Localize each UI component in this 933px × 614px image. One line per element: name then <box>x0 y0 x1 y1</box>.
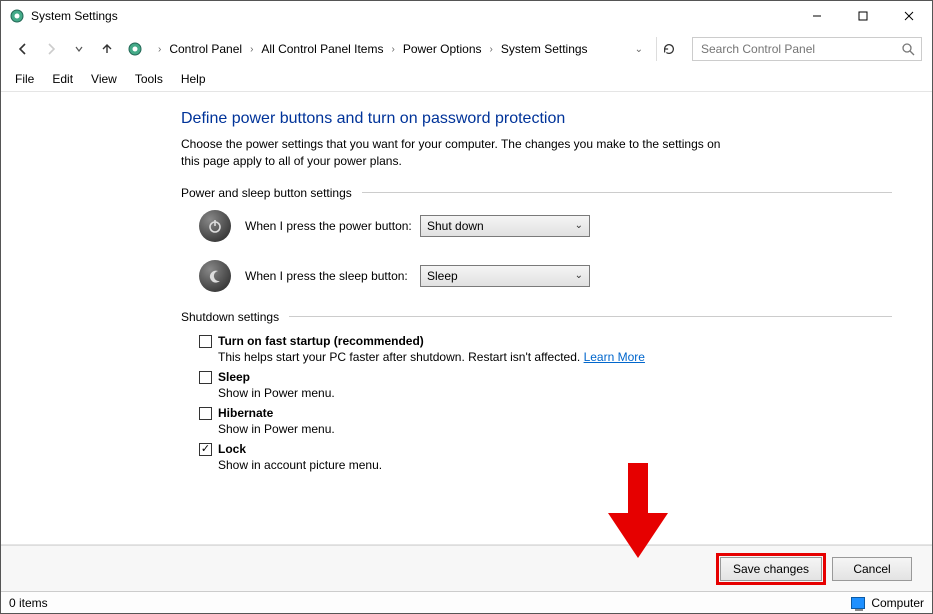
fast-startup-label: Turn on fast startup (recommended) <box>218 334 424 348</box>
chevron-right-icon[interactable]: › <box>389 44 396 55</box>
menu-bar: File Edit View Tools Help <box>1 67 932 91</box>
navigation-bar: › Control Panel › All Control Panel Item… <box>1 31 932 67</box>
chevron-down-icon: ⌄ <box>575 220 583 231</box>
sleep-checkbox[interactable] <box>199 371 212 384</box>
up-button[interactable] <box>95 37 119 61</box>
close-button[interactable] <box>886 1 932 31</box>
status-items: 0 items <box>9 596 48 610</box>
divider <box>362 192 892 193</box>
section-power-sleep: Power and sleep button settings <box>181 186 892 200</box>
breadcrumb-item[interactable]: Control Panel <box>165 40 246 58</box>
section-shutdown: Shutdown settings <box>181 310 892 324</box>
search-box[interactable] <box>692 37 922 61</box>
forward-button[interactable] <box>39 37 63 61</box>
save-changes-button[interactable]: Save changes <box>720 557 822 581</box>
power-icon <box>199 210 231 242</box>
menu-tools[interactable]: Tools <box>127 69 171 89</box>
hibernate-checkbox[interactable] <box>199 407 212 420</box>
chevron-down-icon: ⌄ <box>575 270 583 281</box>
menu-file[interactable]: File <box>7 69 42 89</box>
power-button-select[interactable]: Shut down ⌄ <box>420 215 590 237</box>
lock-desc: Show in account picture menu. <box>218 458 892 472</box>
hibernate-label: Hibernate <box>218 406 273 420</box>
maximize-button[interactable] <box>840 1 886 31</box>
power-button-label: When I press the power button: <box>245 219 420 233</box>
chevron-right-icon[interactable]: › <box>248 44 255 55</box>
window-title: System Settings <box>31 9 118 23</box>
status-bar: 0 items Computer <box>1 591 932 613</box>
section-label: Power and sleep button settings <box>181 186 352 200</box>
sleep-button-row: When I press the sleep button: Sleep ⌄ <box>199 260 892 292</box>
breadcrumb-item[interactable]: Power Options <box>399 40 486 58</box>
location-icon <box>127 41 143 57</box>
lock-checkbox[interactable] <box>199 443 212 456</box>
fast-startup-desc: This helps start your PC faster after sh… <box>218 350 892 364</box>
divider <box>289 316 892 317</box>
search-input[interactable] <box>699 41 901 57</box>
lock-label: Lock <box>218 442 246 456</box>
hibernate-desc: Show in Power menu. <box>218 422 892 436</box>
minimize-button[interactable] <box>794 1 840 31</box>
chevron-right-icon[interactable]: › <box>488 44 495 55</box>
page-description: Choose the power settings that you want … <box>181 136 741 170</box>
sleep-label: Sleep <box>218 370 250 384</box>
page-heading: Define power buttons and turn on passwor… <box>181 110 892 128</box>
status-computer: Computer <box>871 596 924 610</box>
shutdown-settings-list: Turn on fast startup (recommended) This … <box>199 334 892 472</box>
app-icon <box>9 8 25 24</box>
cancel-button[interactable]: Cancel <box>832 557 912 581</box>
system-settings-window: System Settings › Control Panel › All Co… <box>0 0 933 614</box>
menu-edit[interactable]: Edit <box>44 69 81 89</box>
titlebar: System Settings <box>1 1 932 31</box>
button-bar: Save changes Cancel <box>1 545 932 591</box>
sleep-icon <box>199 260 231 292</box>
sleep-button-label: When I press the sleep button: <box>245 269 420 283</box>
content-area: Define power buttons and turn on passwor… <box>1 91 932 545</box>
fast-startup-checkbox[interactable] <box>199 335 212 348</box>
menu-help[interactable]: Help <box>173 69 214 89</box>
back-button[interactable] <box>11 37 35 61</box>
sleep-desc: Show in Power menu. <box>218 386 892 400</box>
search-icon[interactable] <box>901 42 915 56</box>
learn-more-link[interactable]: Learn More <box>584 350 645 364</box>
power-button-value: Shut down <box>427 219 484 233</box>
sleep-button-value: Sleep <box>427 269 458 283</box>
power-button-row: When I press the power button: Shut down… <box>199 210 892 242</box>
chevron-right-icon[interactable]: › <box>156 44 163 55</box>
breadcrumb-item[interactable]: All Control Panel Items <box>257 40 387 58</box>
section-label: Shutdown settings <box>181 310 279 324</box>
menu-view[interactable]: View <box>83 69 125 89</box>
recent-dropdown[interactable] <box>67 37 91 61</box>
sleep-button-select[interactable]: Sleep ⌄ <box>420 265 590 287</box>
breadcrumb-item[interactable]: System Settings <box>497 40 592 58</box>
breadcrumb[interactable]: › Control Panel › All Control Panel Item… <box>153 37 648 61</box>
chevron-down-icon[interactable]: ⌄ <box>633 44 645 55</box>
refresh-button[interactable] <box>656 37 680 61</box>
computer-icon <box>851 597 865 609</box>
